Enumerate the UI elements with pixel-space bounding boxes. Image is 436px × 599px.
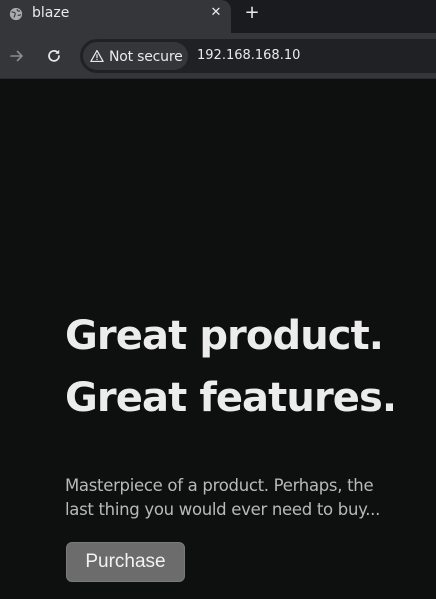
globe-icon	[9, 7, 23, 21]
purchase-button[interactable]: Purchase	[66, 542, 185, 582]
security-indicator[interactable]: Not secure	[83, 42, 188, 70]
hero-subtext: Masterpiece of a product. Perhaps, the l…	[65, 476, 381, 519]
url-text[interactable]: 192.168.168.10	[197, 48, 300, 63]
headline-line-2: Great features.	[65, 375, 397, 421]
tab-title: blaze	[32, 5, 70, 21]
close-icon[interactable]: ✕	[207, 4, 225, 22]
arrow-right-icon[interactable]	[8, 47, 26, 65]
security-label: Not secure	[109, 49, 183, 65]
browser-toolbar: Not secure 192.168.168.10	[0, 33, 436, 79]
hero-headline: Great product. Great features.	[65, 305, 397, 429]
address-bar[interactable]: Not secure 192.168.168.10	[80, 39, 436, 73]
page-content: Great product. Great features. Masterpie…	[0, 79, 436, 599]
tab-blaze[interactable]: blaze ✕	[0, 0, 231, 33]
tab-strip: blaze ✕ +	[0, 0, 436, 33]
new-tab-button[interactable]: +	[243, 3, 261, 23]
headline-line-1: Great product.	[65, 313, 384, 359]
reload-icon[interactable]	[45, 47, 63, 65]
warning-icon	[90, 49, 104, 63]
